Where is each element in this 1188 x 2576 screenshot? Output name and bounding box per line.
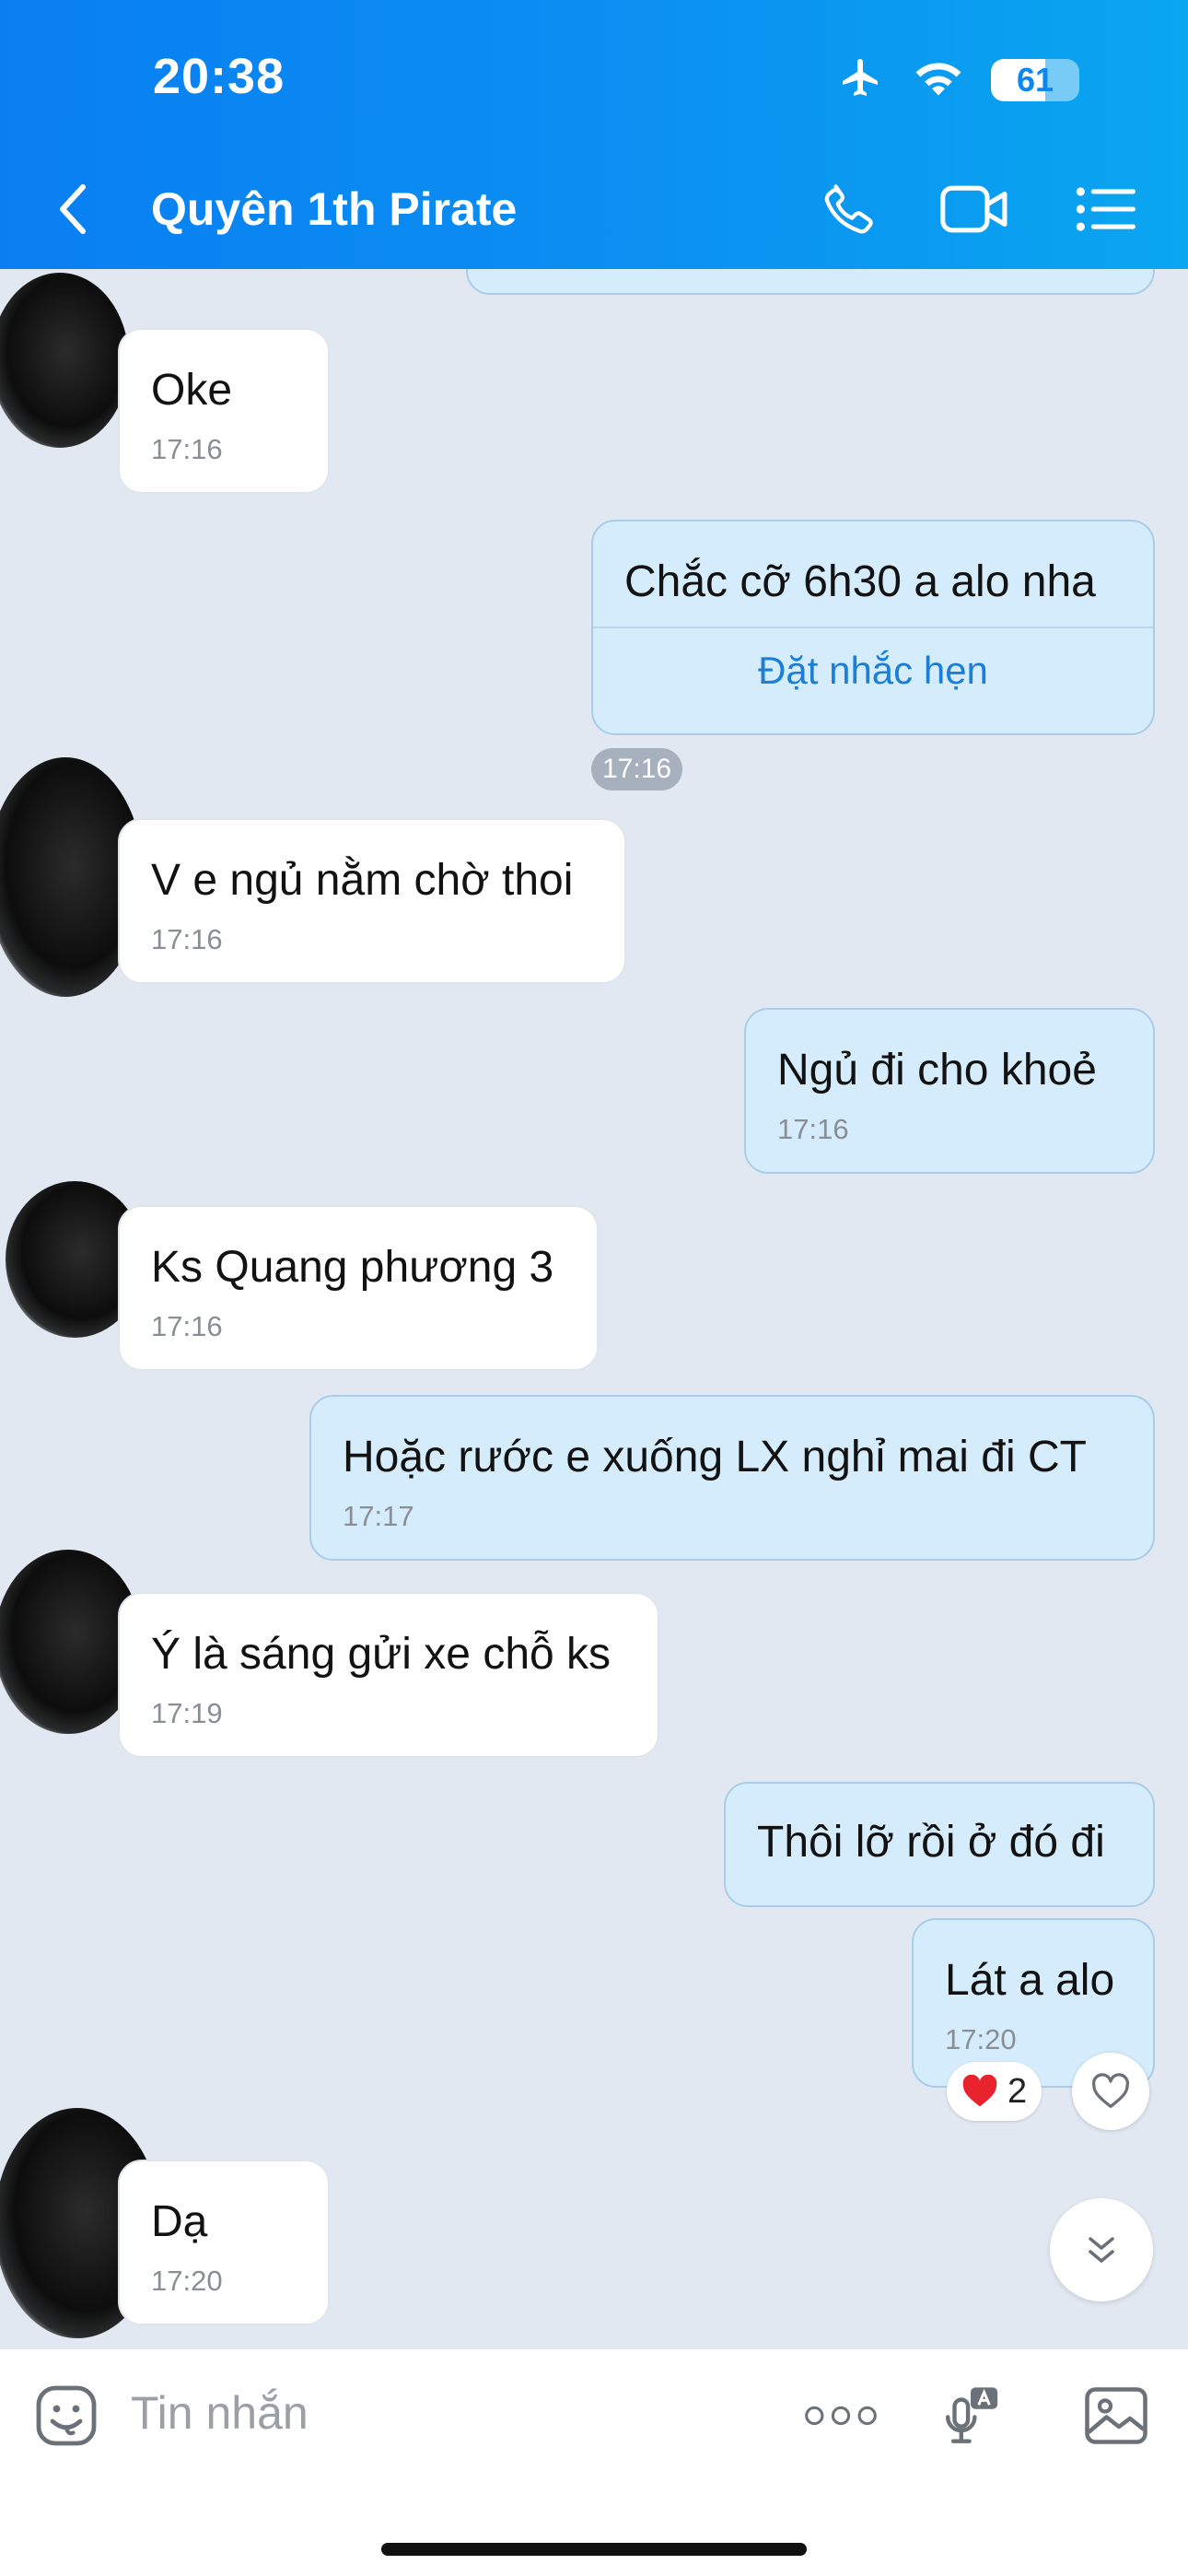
scroll-to-bottom-button[interactable]: [1050, 2198, 1153, 2301]
message-time: 17:19: [151, 1697, 223, 1729]
message-bubble-incoming[interactable]: Ks Quang phương 3 17:16: [118, 1205, 599, 1371]
heart-reaction-icon: [962, 2075, 997, 2107]
message-input[interactable]: Tin nhắn: [131, 2386, 309, 2440]
message-bubble-incoming[interactable]: Oke 17:16: [118, 328, 330, 494]
call-button[interactable]: [814, 177, 884, 241]
video-call-button[interactable]: [939, 177, 1009, 241]
home-indicator: [381, 2543, 807, 2556]
voice-to-text-button[interactable]: [934, 2379, 1007, 2453]
battery-icon: 61: [991, 58, 1079, 101]
message-time: 17:16: [151, 433, 223, 465]
message-time: 17:16: [777, 1113, 849, 1145]
airplane-icon: [836, 55, 886, 104]
contact-avatar[interactable]: [0, 273, 129, 448]
message-time: 17:16: [151, 1310, 223, 1342]
message-time: 17:20: [151, 2265, 223, 2297]
reaction-count: 2: [1007, 2071, 1028, 2111]
message-time: 17:16: [151, 923, 223, 955]
back-button[interactable]: [55, 177, 101, 241]
wifi-icon: [912, 56, 965, 103]
message-text: Dạ: [151, 2197, 208, 2246]
phone-icon: [824, 184, 873, 234]
message-bubble-outgoing[interactable]: Hoặc rước e xuống LX nghỉ mai đi CT 17:1…: [309, 1395, 1155, 1561]
contact-name[interactable]: Quyên 1th Pirate: [151, 182, 517, 236]
message-text: Ý là sáng gửi xe chỗ ks: [151, 1630, 611, 1679]
back-icon: [60, 184, 86, 234]
message-bubble-partial: [466, 269, 1155, 295]
message-bubble-incoming[interactable]: Ý là sáng gửi xe chỗ ks 17:19: [118, 1592, 659, 1758]
more-icon: [805, 2406, 877, 2426]
sticker-button[interactable]: [29, 2379, 103, 2453]
react-button[interactable]: [1072, 2053, 1149, 2130]
image-picker-button[interactable]: [1079, 2379, 1153, 2453]
message-text: Ngủ đi cho khoẻ: [777, 1046, 1097, 1095]
chat-header: 20:38 61 Quyên 1th Pirate: [0, 0, 1188, 269]
status-time: 20:38: [153, 49, 285, 104]
message-time: 17:20: [945, 2023, 1017, 2055]
composer-bar: Tin nhắn: [0, 2349, 1188, 2576]
message-bubble-outgoing[interactable]: Ngủ đi cho khoẻ 17:16: [744, 1008, 1155, 1174]
set-reminder-link[interactable]: Đặt nhắc hẹn: [624, 649, 1122, 693]
conversation-options-button[interactable]: [1070, 177, 1140, 241]
more-button[interactable]: [799, 2379, 882, 2453]
message-text: Oke: [151, 366, 233, 415]
message-text: Ks Quang phương 3: [151, 1243, 554, 1292]
heart-icon: [1091, 2073, 1130, 2108]
message-time-pill: 17:16: [591, 748, 683, 790]
message-bubble-incoming[interactable]: Dạ 17:20: [118, 2160, 330, 2325]
message-bubble-outgoing[interactable]: Thôi lỡ rồi ở đó đi: [724, 1782, 1155, 1907]
message-list[interactable]: Oke 17:16 Chắc cỡ 6h30 a alo nha Đặt nhắ…: [0, 269, 1188, 2349]
reaction-summary[interactable]: 2: [947, 2062, 1042, 2121]
message-text: Thôi lỡ rồi ở đó đi: [757, 1818, 1105, 1867]
video-call-icon: [940, 185, 1007, 233]
message-bubble-incoming[interactable]: V e ngủ nằm chờ thoi 17:16: [118, 818, 626, 984]
sticker-icon: [36, 2385, 97, 2446]
message-text: Lát a alo: [945, 1956, 1115, 2005]
status-icons: 61: [836, 55, 1079, 104]
bubble-divider: [593, 626, 1153, 628]
voice-to-text-icon: [946, 2387, 998, 2443]
message-text: V e ngủ nằm chờ thoi: [151, 856, 574, 905]
menu-list-icon: [1076, 187, 1136, 231]
battery-level: 61: [1016, 60, 1054, 99]
message-time: 17:17: [343, 1500, 414, 1532]
image-icon: [1085, 2387, 1147, 2444]
message-bubble-outgoing[interactable]: Chắc cỡ 6h30 a alo nha Đặt nhắc hẹn: [591, 520, 1155, 735]
message-text: Chắc cỡ 6h30 a alo nha: [624, 557, 1096, 606]
scroll-down-icon: [1089, 2237, 1114, 2263]
message-text: Hoặc rước e xuống LX nghỉ mai đi CT: [343, 1433, 1087, 1481]
